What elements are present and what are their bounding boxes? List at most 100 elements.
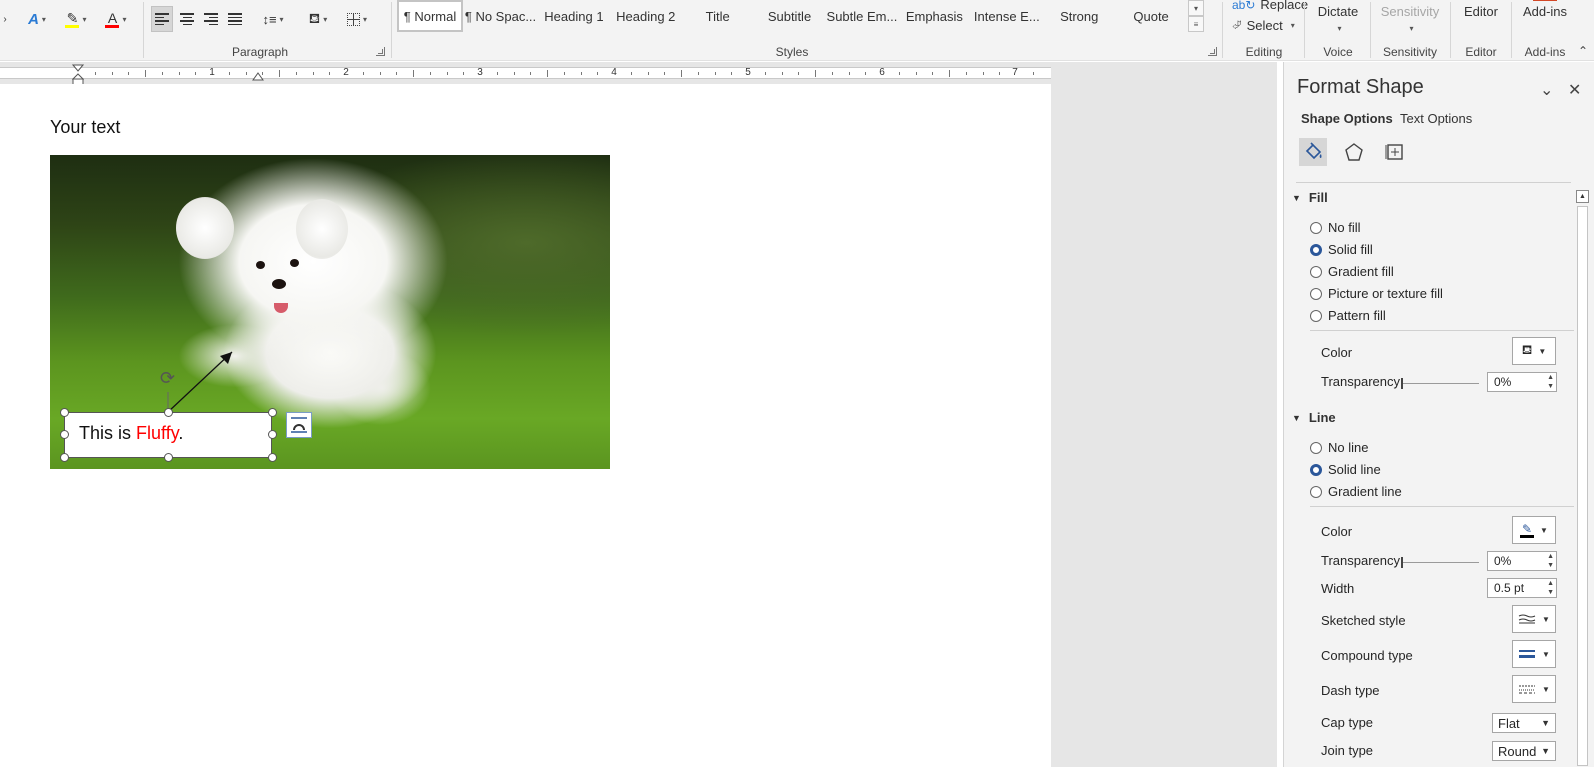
- line-transparency-input[interactable]: 0% ▲ ▼: [1487, 551, 1557, 571]
- tab-shape-options[interactable]: Shape Options: [1301, 111, 1393, 126]
- style-quote[interactable]: Quote: [1115, 0, 1187, 32]
- gallery-more-button[interactable]: ≡: [1188, 16, 1204, 32]
- style-title[interactable]: Title: [682, 0, 754, 32]
- document-heading[interactable]: Your text: [50, 117, 120, 138]
- radio-button[interactable]: [1310, 221, 1322, 234]
- resize-handle[interactable]: [164, 408, 173, 417]
- callout-text-prefix: This is: [79, 423, 137, 443]
- text-effects-button[interactable]: A ▾: [22, 6, 52, 32]
- radio-no-fill[interactable]: No fill: [1310, 220, 1361, 235]
- join-type-select[interactable]: Round ▼: [1492, 741, 1556, 761]
- borders-button[interactable]: ▾: [340, 6, 374, 32]
- fill-section-header[interactable]: ▼ Fill: [1292, 190, 1328, 205]
- rotate-handle[interactable]: ⟳: [160, 368, 175, 389]
- highlight-color-button[interactable]: ✎ ▾: [60, 6, 92, 32]
- chevron-down-icon: ▼: [1292, 412, 1301, 423]
- radio-button-checked[interactable]: [1310, 463, 1322, 476]
- paragraph-dialog-launcher[interactable]: [376, 47, 385, 56]
- compound-type-picker[interactable]: ▼: [1512, 640, 1556, 668]
- line-color-picker[interactable]: ✎ ▼: [1512, 516, 1556, 544]
- fill-transparency-input[interactable]: 0% ▲ ▼: [1487, 372, 1557, 392]
- pane-close-button[interactable]: ✕: [1568, 80, 1581, 100]
- select-button[interactable]: ⮰ Select ▾: [1232, 18, 1295, 33]
- style-normal[interactable]: ¶ Normal: [397, 0, 463, 32]
- radio-button[interactable]: [1310, 309, 1322, 322]
- radio-solid-fill[interactable]: Solid fill: [1310, 242, 1373, 257]
- font-color-button[interactable]: A ▾: [100, 6, 132, 32]
- scroll-thumb[interactable]: [1577, 206, 1588, 766]
- align-right-button[interactable]: [200, 6, 222, 32]
- style-strong[interactable]: Strong: [1043, 0, 1115, 32]
- effects-tab[interactable]: [1340, 138, 1368, 166]
- line-transparency-slider[interactable]: [1401, 557, 1479, 568]
- cap-type-select[interactable]: Flat ▼: [1492, 713, 1556, 733]
- ruler-tick: [898, 72, 900, 75]
- style-subtle-emphasis[interactable]: Subtle Em...: [825, 0, 898, 32]
- style-no-spacing[interactable]: ¶ No Spac...: [463, 0, 538, 32]
- dictate-button[interactable]: Dictate ▾: [1310, 4, 1366, 34]
- shading-button[interactable]: ⛾ ▾: [301, 6, 335, 32]
- radio-button[interactable]: [1310, 441, 1322, 454]
- resize-handle[interactable]: [268, 453, 277, 462]
- sensitivity-group-label: Sensitivity: [1382, 45, 1438, 59]
- align-left-button[interactable]: [151, 6, 173, 32]
- style-intense-emphasis[interactable]: Intense E...: [970, 0, 1043, 32]
- resize-handle[interactable]: [60, 430, 69, 439]
- line-section-header[interactable]: ▼ Line: [1292, 410, 1336, 425]
- style-emphasis[interactable]: Emphasis: [898, 0, 970, 32]
- radio-button[interactable]: [1310, 265, 1322, 278]
- editor-button[interactable]: Editor: [1456, 4, 1506, 19]
- radio-pattern-fill[interactable]: Pattern fill: [1310, 308, 1386, 323]
- first-line-indent-marker[interactable]: [72, 64, 84, 86]
- style-heading-2[interactable]: Heading 2: [610, 0, 682, 32]
- addins-button[interactable]: Add-ins: [1515, 0, 1575, 19]
- align-center-button[interactable]: [176, 6, 198, 32]
- radio-button[interactable]: [1310, 287, 1322, 300]
- justify-button[interactable]: [224, 6, 246, 32]
- fill-line-tab[interactable]: [1299, 138, 1327, 166]
- callout-text-box[interactable]: This is Fluffy.: [64, 412, 272, 458]
- horizontal-ruler[interactable]: 1 2 3 4 5 6 7: [0, 67, 1051, 79]
- style-subtitle[interactable]: Subtitle: [754, 0, 826, 32]
- chevron-down-icon: ▾: [1290, 21, 1295, 30]
- fill-color-picker[interactable]: ⛾ ▼: [1512, 337, 1556, 365]
- radio-button[interactable]: [1310, 485, 1322, 498]
- resize-handle[interactable]: [164, 453, 173, 462]
- layout-options-button[interactable]: [286, 412, 312, 438]
- fill-transparency-slider[interactable]: [1401, 378, 1479, 389]
- resize-handle[interactable]: [268, 430, 277, 439]
- resize-handle[interactable]: [60, 453, 69, 462]
- chevron-up-icon: ▲: [1579, 193, 1586, 200]
- collapse-ribbon-button[interactable]: ⌃: [1578, 44, 1588, 58]
- radio-no-line[interactable]: No line: [1310, 440, 1368, 455]
- radio-button-checked[interactable]: [1310, 243, 1322, 256]
- spin-arrows-icon[interactable]: ▲ ▼: [1547, 579, 1554, 597]
- line-width-input[interactable]: 0.5 pt ▲ ▼: [1487, 578, 1557, 598]
- gallery-down-button[interactable]: ▾: [1188, 0, 1204, 16]
- sketched-style-picker[interactable]: ▼: [1512, 605, 1556, 633]
- radio-picture-fill[interactable]: Picture or texture fill: [1310, 286, 1443, 301]
- dash-type-picker[interactable]: ▼: [1512, 675, 1556, 703]
- pane-options-button[interactable]: ⌄: [1540, 80, 1553, 100]
- spin-arrows-icon[interactable]: ▲ ▼: [1547, 552, 1554, 570]
- spin-arrows-icon[interactable]: ▲ ▼: [1547, 373, 1554, 391]
- resize-handle[interactable]: [60, 408, 69, 417]
- radio-solid-line[interactable]: Solid line: [1310, 462, 1381, 477]
- chevron-down-icon: ▼: [1540, 525, 1548, 535]
- radio-gradient-line[interactable]: Gradient line: [1310, 484, 1402, 499]
- size-properties-tab[interactable]: [1381, 138, 1409, 166]
- pane-scrollbar[interactable]: ▲: [1574, 190, 1590, 767]
- right-indent-marker[interactable]: [252, 72, 264, 82]
- replace-button[interactable]: ab↻ Replace: [1232, 0, 1308, 12]
- resize-handle[interactable]: [268, 408, 277, 417]
- scroll-up-button[interactable]: ▲: [1576, 190, 1589, 203]
- chevron-down-icon: ▼: [1292, 192, 1301, 203]
- dog-eye: [290, 259, 299, 267]
- tab-text-options[interactable]: Text Options: [1400, 111, 1472, 126]
- line-spacing-button[interactable]: ↕≡ ▾: [256, 6, 290, 32]
- styles-dialog-launcher[interactable]: [1208, 47, 1217, 56]
- ruler-tick: [949, 70, 950, 77]
- sensitivity-button[interactable]: Sensitivity ▾: [1374, 4, 1446, 34]
- radio-gradient-fill[interactable]: Gradient fill: [1310, 264, 1394, 279]
- style-heading-1[interactable]: Heading 1: [538, 0, 610, 32]
